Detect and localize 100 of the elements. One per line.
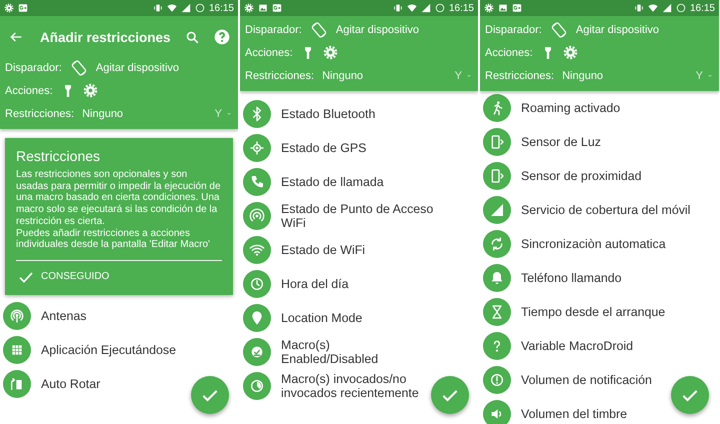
- restriction-label: Estado Bluetooth: [281, 107, 376, 121]
- phone-icon: [243, 168, 271, 196]
- rotate-icon: [3, 370, 31, 398]
- actions-label: Acciones:: [245, 46, 293, 58]
- trigger-value: Agitar dispositivo: [96, 62, 180, 74]
- clock-time: 16:15: [448, 2, 474, 14]
- restriction-label: Teléfono llamando: [521, 271, 622, 285]
- screen-title: Añadir restricciones: [40, 30, 172, 44]
- restriction-item[interactable]: Sensor de proximidad: [480, 159, 719, 193]
- restrictions-value: Ninguno: [322, 70, 364, 82]
- restriction-label: Macro(s) invocados/no invocados recientemente: [281, 372, 420, 400]
- restrictions-value: Ninguno: [562, 70, 604, 82]
- restriction-item[interactable]: Servicio de cobertura del móvil: [480, 193, 719, 227]
- gear-icon: [562, 45, 578, 60]
- battery-ring-icon: [676, 3, 686, 13]
- restriction-label: Aplicación Ejecutándose: [41, 342, 176, 357]
- cell-signal-icon: [180, 3, 191, 13]
- restriction-label: Auto Rotar: [41, 376, 100, 391]
- trigger-value: Agitar dispositivo: [336, 24, 420, 36]
- restriction-item[interactable]: Sensor de Luz: [480, 125, 719, 159]
- restriction-item[interactable]: Aplicación Ejecutándose: [0, 332, 238, 367]
- wifi-icon: [243, 236, 271, 264]
- restriction-item[interactable]: Sincronizaciòn automatica: [480, 227, 719, 261]
- gear-icon: [322, 45, 338, 60]
- image-icon: [258, 3, 268, 13]
- actions-label: Acciones:: [485, 46, 533, 58]
- restriction-item[interactable]: Estado de Punto de Acceso WiFi: [240, 199, 478, 233]
- restriction-item[interactable]: Location Mode: [240, 301, 478, 335]
- trigger-label: Disparador:: [245, 24, 302, 36]
- restriction-label: Sincronizaciòn automatica: [521, 237, 666, 251]
- restriction-item[interactable]: Teléfono llamando: [480, 261, 719, 295]
- trigger-label: Disparador:: [5, 62, 62, 74]
- bluetooth-icon: [243, 100, 271, 128]
- restriction-label: Tiempo desde el arranque: [521, 305, 666, 319]
- restriction-item[interactable]: Variable MacroDroid: [480, 329, 719, 363]
- gear-icon: [82, 83, 98, 98]
- restriction-label: Sensor de Luz: [521, 135, 601, 149]
- timer-icon: [243, 372, 271, 400]
- restriction-item[interactable]: Auto Rotar: [0, 366, 238, 401]
- phone-sensor-icon: [483, 162, 511, 190]
- cell-signal-icon: [662, 3, 672, 13]
- hotspot-icon: [243, 202, 271, 230]
- restriction-item[interactable]: Roaming activado: [480, 91, 719, 125]
- confirm-fab[interactable]: [191, 376, 229, 414]
- checkmark-icon: [243, 338, 271, 366]
- battery-ring-icon: [194, 3, 205, 13]
- restrictions-label: Restricciones:: [5, 108, 74, 120]
- battery-ring-icon: [434, 3, 445, 13]
- restriction-item[interactable]: Tiempo desde el arranque: [480, 295, 719, 329]
- running-person-icon: [483, 94, 511, 122]
- restriction-item[interactable]: Estado de GPS: [240, 131, 478, 165]
- restriction-item[interactable]: Hora del día: [240, 267, 478, 301]
- trigger-value: Agitar dispositivo: [576, 24, 660, 36]
- wifi-signal-icon: [166, 3, 177, 13]
- restriction-item[interactable]: Estado de llamada: [240, 165, 478, 199]
- restriction-item[interactable]: Antenas: [0, 298, 238, 333]
- restriction-label: Servicio de cobertura del móvil: [521, 203, 690, 217]
- restriction-item[interactable]: Volumen de notificación: [480, 363, 719, 397]
- restriction-label: Variable MacroDroid: [521, 339, 634, 353]
- restriction-label: Location Mode: [281, 311, 362, 325]
- restriction-label: Estado de Punto de Acceso WiFi: [281, 202, 434, 230]
- google-plus-icon: [512, 3, 522, 13]
- restrictions-label: Restricciones:: [485, 70, 554, 82]
- restriction-label: Roaming activado: [521, 101, 620, 115]
- alert-icon: [483, 366, 511, 394]
- restriction-label: Antenas: [41, 308, 86, 323]
- restriction-label: Estado de WiFi: [281, 243, 366, 257]
- gear-icon: [244, 3, 254, 13]
- search-button[interactable]: [185, 30, 200, 44]
- phone-sensor-icon: [483, 128, 511, 156]
- google-plus-icon: [272, 3, 282, 13]
- clock-time: 16:15: [208, 2, 234, 14]
- gear-icon: [4, 3, 14, 13]
- confirm-fab[interactable]: [671, 376, 709, 414]
- restriction-label: Volumen de notificación: [521, 373, 652, 387]
- restriction-item[interactable]: Macro(s) invocados/no invocados recientemente: [240, 369, 478, 403]
- restriction-item[interactable]: Macro(s) Enabled/Disabled: [240, 335, 478, 369]
- help-icon: [214, 29, 230, 45]
- restriction-item[interactable]: Estado Bluetooth: [240, 97, 478, 131]
- restriction-label: Estado de llamada: [281, 175, 384, 189]
- restriction-label: Sensor de proximidad: [521, 169, 642, 183]
- gear-icon: [484, 3, 494, 13]
- wifi-signal-icon: [406, 3, 417, 13]
- shaking-phone-icon: [70, 58, 88, 76]
- card-text: Las restricciones son opcionales y son usadas para permitir o impedir la ejecución de una macro basado en cierta condiciones. Una macro solo se ejecutará si las condición de la restricción es cierta. Puedes añadir restricciones a acciones individuales desde la pantalla 'Editar Macro': [16, 169, 222, 251]
- restriction-item[interactable]: Estado de WiFi: [240, 233, 478, 267]
- clock-time: 16:15: [690, 2, 715, 14]
- sync-icon: [483, 230, 511, 258]
- restriction-label: Volumen del timbre: [521, 407, 628, 421]
- vibrate-icon: [392, 3, 403, 13]
- restriction-item[interactable]: Volumen del timbre: [480, 397, 719, 424]
- restriction-label: Macro(s) Enabled/Disabled: [281, 338, 380, 366]
- wifi-signal-icon: [648, 3, 658, 13]
- restriction-label: Estado de GPS: [281, 141, 366, 155]
- trigger-label: Disparador:: [485, 24, 542, 36]
- vibrate-icon: [634, 3, 644, 13]
- card-title: Restricciones: [16, 148, 102, 164]
- shaking-phone-icon: [310, 20, 328, 38]
- clock-icon: [243, 270, 271, 298]
- confirm-fab[interactable]: [431, 376, 469, 414]
